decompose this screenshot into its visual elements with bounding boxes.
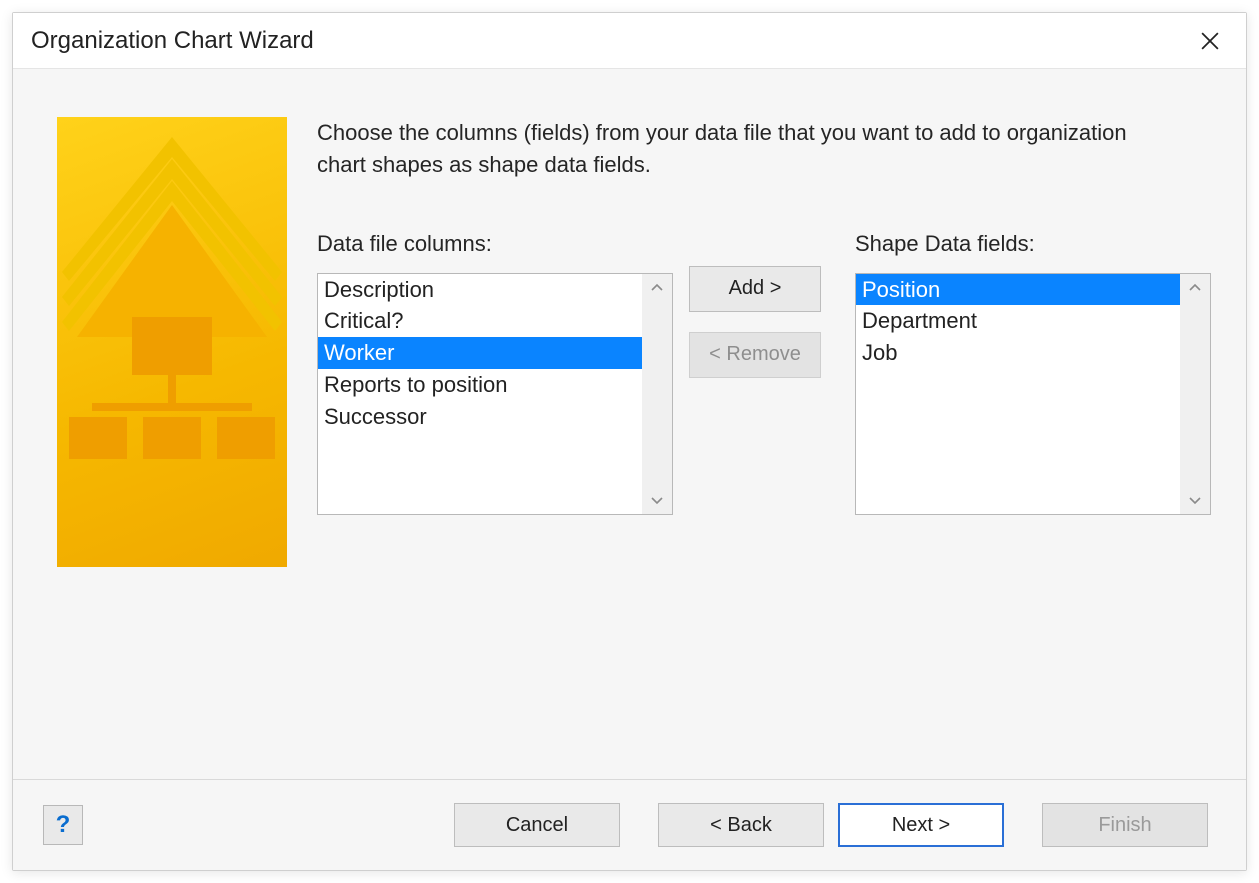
scroll-up-icon[interactable] — [642, 274, 672, 300]
next-button[interactable]: Next > — [838, 803, 1004, 847]
list-item[interactable]: Successor — [318, 401, 642, 433]
list-item[interactable]: Reports to position — [318, 369, 642, 401]
scrollbar[interactable] — [642, 274, 672, 514]
data-file-columns-label: Data file columns: — [317, 231, 673, 257]
shape-data-fields-block: Shape Data fields: PositionDepartmentJob — [855, 231, 1211, 515]
list-item[interactable]: Worker — [318, 337, 642, 369]
shape-data-fields-listbox[interactable]: PositionDepartmentJob — [855, 273, 1211, 515]
content-area: Choose the columns (fields) from your da… — [13, 68, 1246, 780]
transfer-buttons: Add > < Remove — [689, 266, 821, 378]
instruction-text: Choose the columns (fields) from your da… — [317, 117, 1147, 181]
add-button[interactable]: Add > — [689, 266, 821, 312]
list-item[interactable]: Position — [856, 274, 1180, 306]
scrollbar[interactable] — [1180, 274, 1210, 514]
finish-button[interactable]: Finish — [1042, 803, 1208, 847]
wizard-step-content: Choose the columns (fields) from your da… — [317, 117, 1216, 779]
footer: ? Cancel < Back Next > Finish — [13, 780, 1246, 870]
help-icon: ? — [56, 811, 71, 839]
data-file-columns-block: Data file columns: DescriptionCritical?W… — [317, 231, 673, 515]
close-button[interactable] — [1192, 23, 1228, 59]
scroll-up-icon[interactable] — [1180, 274, 1210, 300]
org-chart-icon — [57, 117, 287, 567]
help-button[interactable]: ? — [43, 805, 83, 845]
back-button[interactable]: < Back — [658, 803, 824, 847]
columns-area: Data file columns: DescriptionCritical?W… — [317, 231, 1216, 515]
data-file-columns-listbox[interactable]: DescriptionCritical?WorkerReports to pos… — [317, 273, 673, 515]
shape-data-fields-label: Shape Data fields: — [855, 231, 1211, 257]
list-item[interactable]: Description — [318, 274, 642, 306]
cancel-button[interactable]: Cancel — [454, 803, 620, 847]
close-icon — [1201, 32, 1219, 50]
list-item[interactable]: Critical? — [318, 305, 642, 337]
dialog-title: Organization Chart Wizard — [31, 27, 314, 55]
titlebar: Organization Chart Wizard — [13, 13, 1246, 68]
scroll-down-icon[interactable] — [642, 488, 672, 514]
wizard-illustration — [57, 117, 287, 567]
list-item[interactable]: Job — [856, 337, 1180, 369]
remove-button[interactable]: < Remove — [689, 332, 821, 378]
list-item[interactable]: Department — [856, 305, 1180, 337]
wizard-dialog: Organization Chart Wizard Choose the col… — [12, 12, 1247, 871]
scroll-down-icon[interactable] — [1180, 488, 1210, 514]
